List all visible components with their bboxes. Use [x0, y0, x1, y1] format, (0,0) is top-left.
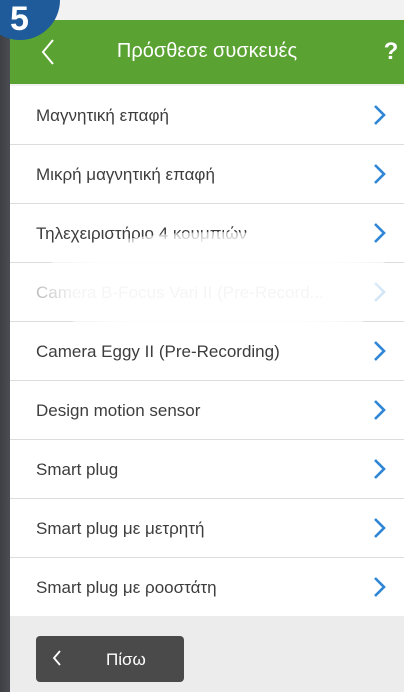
chevron-right-icon [374, 282, 386, 302]
help-question-icon[interactable]: ? [378, 38, 404, 68]
list-item-label: Smart plug με ροοστάτη [36, 578, 217, 597]
phone-screen: Πρόσθεσε συσκευές ? Μαγνητική επαφή Μικρ… [10, 0, 404, 692]
chevron-right-icon [374, 518, 386, 538]
list-item-label: Τηλεχειριστήριο 4 κουμπιών [36, 224, 247, 243]
list-item[interactable]: Design motion sensor [10, 381, 404, 440]
list-item-label: Smart plug [36, 460, 119, 479]
list-item-label: Camera Eggy II (Pre-Recording) [36, 342, 280, 361]
chevron-right-icon [374, 105, 386, 125]
back-button[interactable]: Πίσω [36, 636, 184, 682]
list-item[interactable]: Μικρή μαγνητική επαφή [10, 145, 404, 204]
chevron-right-icon [374, 400, 386, 420]
page-title: Πρόσθεσε συσκευές [116, 40, 298, 62]
list-item[interactable]: Smart plug με ροοστάτη [10, 558, 404, 617]
step-number: 5 [10, 0, 29, 38]
chevron-right-icon [374, 341, 386, 361]
list-item-highlighted[interactable]: Camera B-Focus Vari II (Pre-Record... [10, 263, 404, 322]
list-item[interactable]: Τηλεχειριστήριο 4 κουμπιών [10, 204, 404, 263]
device-list: Μαγνητική επαφή Μικρή μαγνητική επαφή Τη… [10, 86, 404, 617]
footer-bar: Πίσω [10, 616, 404, 692]
chevron-right-icon [374, 164, 386, 184]
list-item-label: Smart plug με μετρητή [36, 519, 205, 538]
list-item-label: Design motion sensor [36, 401, 201, 420]
list-item-label: Camera B-Focus Vari II (Pre-Record... [36, 283, 324, 302]
back-button-label: Πίσω [106, 650, 146, 669]
chevron-right-icon [374, 223, 386, 243]
list-item[interactable]: Smart plug με μετρητή [10, 499, 404, 558]
list-item[interactable]: Camera Eggy II (Pre-Recording) [10, 322, 404, 381]
list-item-label: Μικρή μαγνητική επαφή [36, 165, 215, 184]
list-item[interactable]: Μαγνητική επαφή [10, 86, 404, 145]
nav-bar: Πρόσθεσε συσκευές ? [10, 20, 404, 84]
chevron-right-icon [374, 459, 386, 479]
chevron-right-icon [374, 577, 386, 597]
list-item-label: Μαγνητική επαφή [36, 106, 169, 125]
back-chevron-icon[interactable] [38, 32, 58, 72]
chevron-left-icon [52, 650, 61, 666]
list-item[interactable]: Smart plug [10, 440, 404, 499]
